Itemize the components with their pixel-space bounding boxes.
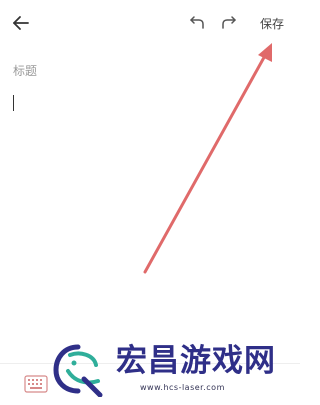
save-button[interactable]: 保存 — [260, 15, 284, 32]
keyboard-icon — [24, 375, 48, 393]
undo-icon — [190, 16, 204, 29]
back-button[interactable] — [10, 12, 32, 34]
body-text-cursor[interactable] — [13, 95, 14, 111]
note-editor-screen: 保存 标题 宏昌游戏网 www.hcs-laser.com — [0, 0, 300, 405]
redo-button[interactable] — [220, 13, 238, 31]
title-field[interactable]: 标题 — [13, 62, 37, 79]
watermark-logo-icon — [53, 344, 103, 397]
arrow-left-icon — [13, 16, 29, 30]
watermark-title: 宏昌游戏网 — [116, 343, 276, 379]
keyboard-button[interactable] — [24, 375, 48, 393]
watermark-url: www.hcs-laser.com — [140, 383, 225, 392]
redo-icon — [222, 16, 236, 29]
watermark: 宏昌游戏网 www.hcs-laser.com — [48, 335, 300, 405]
undo-button[interactable] — [188, 13, 206, 31]
